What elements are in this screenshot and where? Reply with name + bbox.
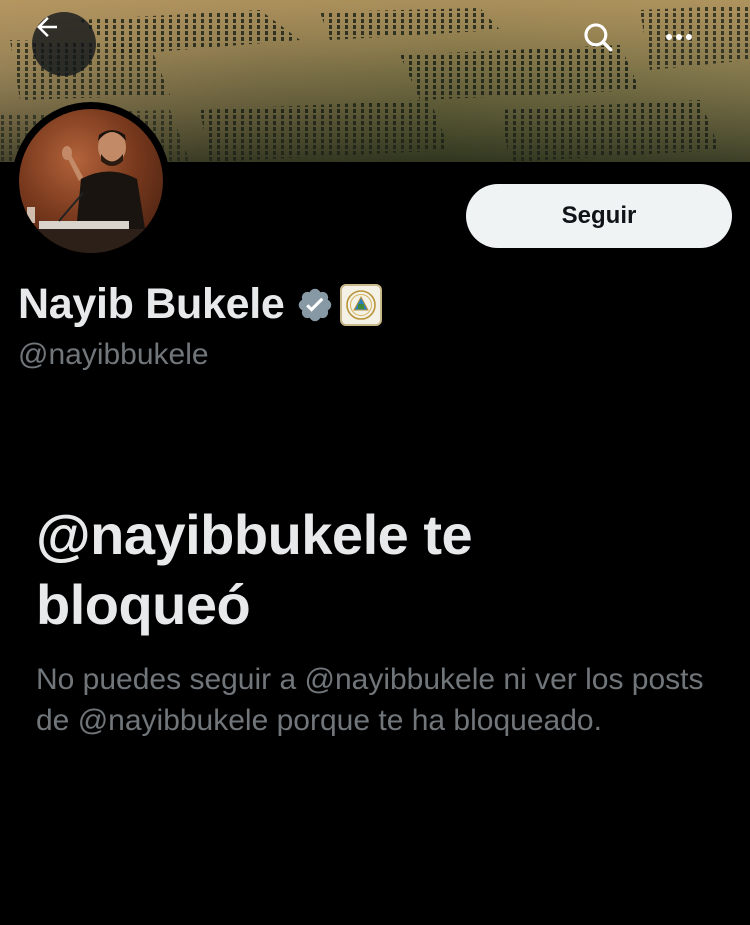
search-button[interactable] <box>581 20 629 68</box>
avatar[interactable] <box>12 102 170 260</box>
more-options-button[interactable] <box>662 20 710 68</box>
el-salvador-coat-of-arms-icon <box>346 289 377 320</box>
name-row: Nayib Bukele <box>18 280 383 329</box>
blocked-title: @nayibbukele te bloqueó <box>36 503 473 636</box>
verified-badge-icon[interactable] <box>296 286 334 324</box>
display-name: Nayib Bukele <box>18 280 285 328</box>
arrow-left-icon <box>37 17 57 37</box>
follow-button[interactable]: Seguir <box>466 184 732 248</box>
more-horizontal-icon <box>666 34 692 40</box>
back-button[interactable] <box>32 12 96 76</box>
search-icon <box>584 23 613 52</box>
blocked-description: No puedes seguir a @nayibbukele ni ver l… <box>36 663 704 737</box>
profile-page: Seguir Nayib Bukele @nayibbukele @nayibb… <box>0 0 750 925</box>
profile-handle: @nayibbukele <box>18 338 209 371</box>
avatar-image <box>19 109 163 253</box>
affiliate-badge[interactable] <box>340 283 383 326</box>
